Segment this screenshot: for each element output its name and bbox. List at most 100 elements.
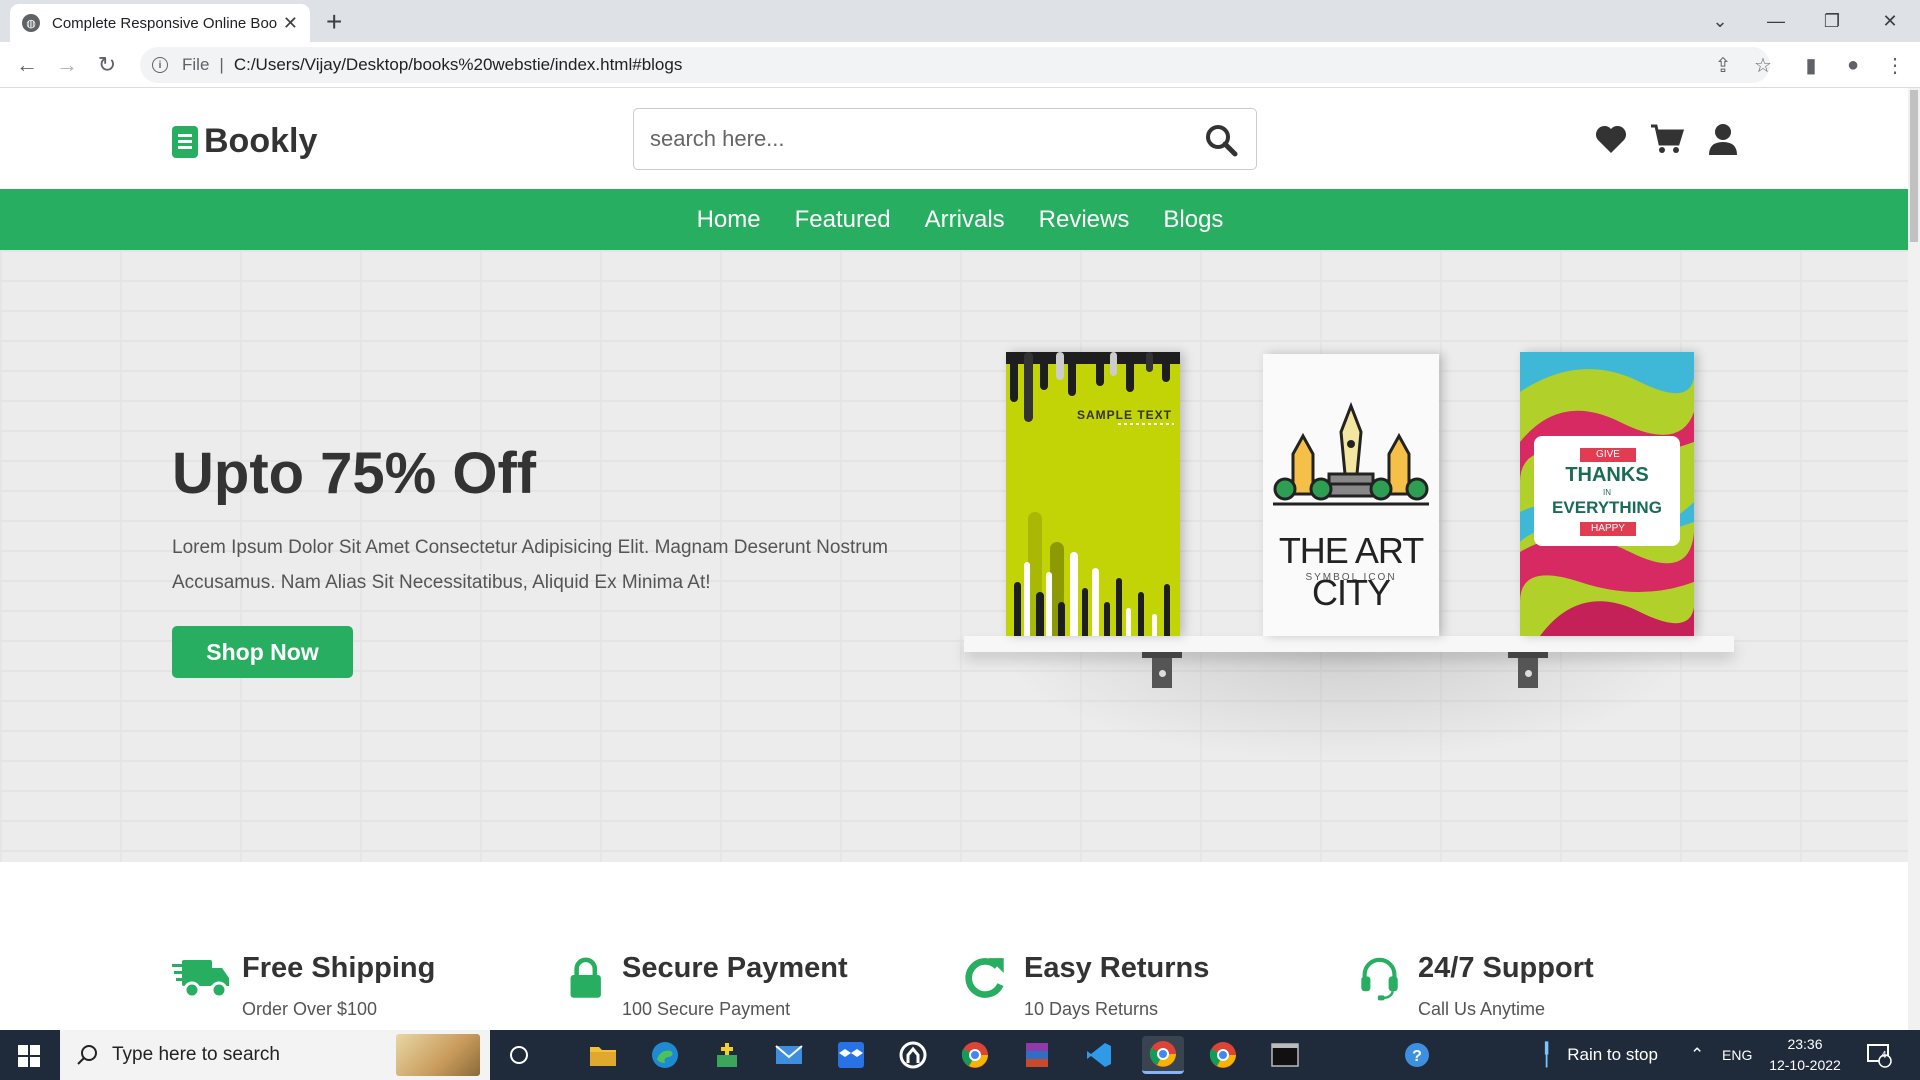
notifications-icon[interactable]: 4 xyxy=(1866,1030,1892,1080)
nav-home[interactable]: Home xyxy=(697,206,761,234)
rain-icon: ╿ xyxy=(1540,1042,1554,1067)
feature-secure-payment: Secure Payment 100 Secure Payment xyxy=(566,950,848,1020)
new-tab-button[interactable]: + xyxy=(326,6,342,38)
globe-icon: ◍ xyxy=(22,14,40,32)
feature-subtitle: Order Over $100 xyxy=(242,999,378,1019)
feature-subtitle: 100 Secure Payment xyxy=(622,999,791,1019)
restore-button[interactable]: ❐ xyxy=(1804,0,1860,42)
language-indicator[interactable]: ENG xyxy=(1722,1030,1752,1080)
logo-text: Bookly xyxy=(204,122,318,160)
scrollbar-thumb[interactable] xyxy=(1910,90,1918,242)
nav-blogs[interactable]: Blogs xyxy=(1163,206,1223,234)
site-info-icon[interactable]: i xyxy=(152,57,168,73)
logo[interactable]: Bookly xyxy=(172,122,317,161)
close-tab-icon[interactable]: ✕ xyxy=(283,13,298,34)
svg-text:?: ? xyxy=(1412,1048,1422,1065)
book-logo-icon xyxy=(172,125,198,158)
terminal-icon[interactable] xyxy=(1266,1036,1304,1074)
reload-icon[interactable]: ↻ xyxy=(92,50,122,80)
vscode-icon[interactable] xyxy=(1080,1036,1118,1074)
taskbar-search-text: Type here to search xyxy=(112,1044,280,1065)
shop-now-button[interactable]: Shop Now xyxy=(172,626,353,678)
search-icon[interactable] xyxy=(1204,123,1238,162)
bookmark-star-icon[interactable]: ☆ xyxy=(1748,50,1778,80)
github-desktop-icon[interactable] xyxy=(894,1036,932,1074)
edge-browser-icon[interactable] xyxy=(646,1036,684,1074)
shelf-bracket-left xyxy=(1142,652,1182,688)
app-icon-plus[interactable] xyxy=(708,1036,746,1074)
url-text[interactable]: C:/Users/Vijay/Desktop/books%20webstie/i… xyxy=(234,55,683,75)
menu-kebab-icon[interactable]: ⋮ xyxy=(1880,50,1910,80)
book-3-everything: EVERYTHING xyxy=(1552,498,1662,517)
headset-icon xyxy=(1361,957,1398,1001)
features-section: Free Shipping Order Over $100 Secure Pay… xyxy=(0,862,1920,1030)
notification-count: 4 xyxy=(1881,1050,1887,1061)
clock-date: 12-10-2022 xyxy=(1769,1057,1841,1073)
browser-tab[interactable]: ◍ Complete Responsive Online Boo ✕ xyxy=(10,4,310,42)
tray-chevron-icon[interactable]: ⌃ xyxy=(1690,1030,1704,1080)
feature-easy-returns: Easy Returns 10 Days Returns xyxy=(964,950,1209,1020)
hero-title: Upto 75% Off xyxy=(172,441,537,506)
chrome-active-icon[interactable] xyxy=(1142,1036,1184,1074)
side-panel-icon[interactable]: ▮ xyxy=(1796,50,1826,80)
forward-icon[interactable]: → xyxy=(52,50,82,80)
nav-arrivals[interactable]: Arrivals xyxy=(925,206,1005,234)
chrome-second-profile-icon[interactable] xyxy=(1204,1036,1242,1074)
hero-text: Lorem Ipsum Dolor Sit Amet Consectetur A… xyxy=(172,537,888,593)
share-icon[interactable]: ⇪ xyxy=(1708,50,1738,80)
book-shelf xyxy=(964,636,1734,652)
close-window-button[interactable]: ✕ xyxy=(1862,0,1918,42)
file-explorer-icon[interactable] xyxy=(584,1036,622,1074)
task-view-icon[interactable] xyxy=(500,1036,538,1074)
book-cover-2[interactable]: THE ART CITY SYMBOL ICON xyxy=(1263,354,1439,636)
dropbox-icon[interactable] xyxy=(832,1036,870,1074)
user-icon[interactable] xyxy=(1706,122,1740,156)
browser-tab-strip: ◍ Complete Responsive Online Boo ✕ + ⌄ ―… xyxy=(0,0,1920,42)
book-3-thanks: THANKS xyxy=(1565,464,1649,486)
book-1-text: SAMPLE TEXT xyxy=(1076,408,1172,422)
address-bar[interactable]: i File | C:/Users/Vijay/Desktop/books%20… xyxy=(140,47,1770,83)
nav-featured[interactable]: Featured xyxy=(795,206,891,234)
book-3-in: IN xyxy=(1603,488,1611,497)
help-icon[interactable]: ? xyxy=(1398,1036,1436,1074)
windows-start-icon[interactable] xyxy=(18,1045,40,1067)
heart-icon[interactable] xyxy=(1594,122,1628,156)
feature-free-shipping: Free Shipping Order Over $100 xyxy=(172,950,435,1020)
book-2-subtitle: SYMBOL ICON xyxy=(1305,572,1397,583)
mail-icon[interactable] xyxy=(770,1036,808,1074)
taskbar-search-icon xyxy=(77,1045,97,1065)
url-separator: | xyxy=(219,55,224,74)
taskbar-clock[interactable]: 23:36 12-10-2022 xyxy=(1760,1034,1850,1076)
winrar-icon[interactable] xyxy=(1018,1036,1056,1074)
search-input[interactable] xyxy=(650,126,1170,152)
feature-title: Easy Returns xyxy=(1024,952,1210,984)
shelf-bracket-right xyxy=(1508,652,1548,688)
taskbar-search[interactable]: Type here to search xyxy=(60,1030,490,1080)
lock-icon xyxy=(570,957,601,998)
feature-support: 24/7 Support Call Us Anytime xyxy=(1358,950,1594,1020)
minimize-button[interactable]: ― xyxy=(1748,0,1804,42)
nav-reviews[interactable]: Reviews xyxy=(1039,206,1130,234)
header-icons xyxy=(1594,122,1740,156)
weather-text: Rain to stop xyxy=(1567,1045,1658,1064)
shelf-shadow xyxy=(1000,652,1690,762)
book-3-give: GIVE xyxy=(1580,448,1636,462)
browser-toolbar: ← → ↻ i File | C:/Users/Vijay/Desktop/bo… xyxy=(0,42,1920,88)
search-highlight-image xyxy=(396,1034,480,1076)
url-scheme: File xyxy=(182,55,210,74)
feature-title: Secure Payment xyxy=(622,952,848,984)
hero-section: Upto 75% Off Lorem Ipsum Dolor Sit Amet … xyxy=(0,250,1920,862)
chrome-profile-icon[interactable] xyxy=(956,1036,994,1074)
main-nav: Home Featured Arrivals Reviews Blogs xyxy=(0,189,1920,250)
back-icon[interactable]: ← xyxy=(12,50,42,80)
page-scrollbar[interactable] xyxy=(1908,88,1920,1030)
cart-icon[interactable] xyxy=(1650,122,1684,156)
weather-tray[interactable]: ╿ Rain to stop xyxy=(1540,1030,1658,1080)
feature-title: 24/7 Support xyxy=(1418,952,1594,984)
site-header: Bookly xyxy=(0,88,1920,189)
book-cover-1[interactable]: SAMPLE TEXT xyxy=(1006,352,1180,636)
book-cover-3[interactable]: GIVE THANKS IN EVERYTHING HAPPY xyxy=(1520,352,1694,636)
tab-search-chevron-icon[interactable]: ⌄ xyxy=(1692,0,1748,42)
profile-icon[interactable]: ● xyxy=(1838,50,1868,80)
feature-title: Free Shipping xyxy=(242,952,436,984)
